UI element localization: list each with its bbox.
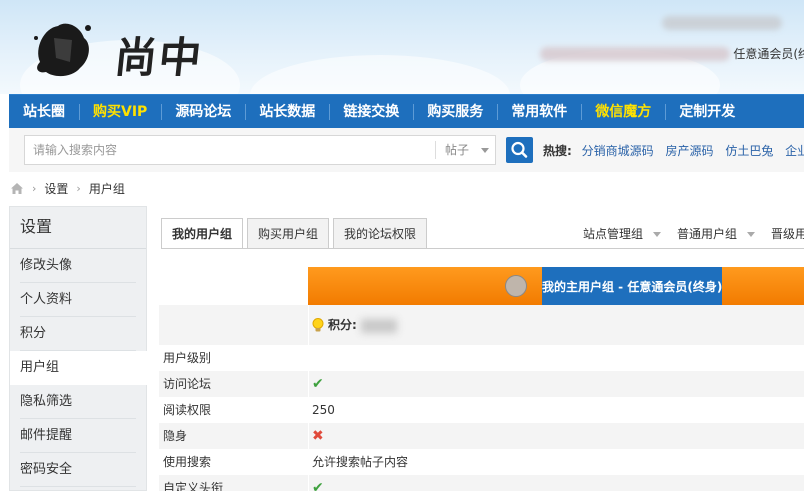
nav-item[interactable]: 微信魔方 bbox=[581, 95, 665, 129]
group-link-label: 晋级用 bbox=[771, 227, 804, 241]
permission-label: 用户级别 bbox=[159, 345, 309, 371]
hot-link[interactable]: 企业源 bbox=[785, 144, 804, 158]
table-row: 访问论坛 ✔ bbox=[159, 371, 804, 397]
group-link-label: 站点管理组 bbox=[583, 227, 644, 241]
user-meta-redacted bbox=[540, 47, 730, 61]
points-row: 积分: bbox=[159, 305, 804, 345]
hot-link[interactable]: 房产源码 bbox=[665, 144, 713, 158]
points-row-label bbox=[159, 305, 309, 345]
home-icon[interactable] bbox=[10, 182, 24, 195]
permission-value: 允许搜索帖子内容 bbox=[312, 455, 409, 469]
search-input[interactable] bbox=[25, 136, 435, 164]
nav-item[interactable]: 购买VIP bbox=[79, 95, 161, 129]
username-redacted bbox=[662, 16, 782, 30]
sidebar-item[interactable]: 隐私筛选 bbox=[10, 385, 146, 419]
chevron-right-icon: › bbox=[76, 181, 81, 195]
site-logo[interactable]: 尚中国 bbox=[28, 12, 238, 84]
tab-bar: 我的用户组 购买用户组 我的论坛权限 bbox=[161, 218, 431, 249]
sidebar-item[interactable]: 密码安全 bbox=[10, 453, 146, 487]
table-row: 隐身 ✖ bbox=[159, 423, 804, 449]
tab-my-groups[interactable]: 我的用户组 bbox=[161, 218, 244, 249]
sidebar-item[interactable]: 邮件提醒 bbox=[10, 419, 146, 453]
permission-value: 250 bbox=[312, 403, 335, 417]
nav-item[interactable]: 常用软件 bbox=[497, 95, 581, 129]
table-row: 自定义头衔 ✔ bbox=[159, 475, 804, 491]
nav-item[interactable]: 定制开发 bbox=[665, 95, 749, 129]
chevron-right-icon: › bbox=[32, 181, 37, 195]
nav-item[interactable]: 站长圈 bbox=[9, 95, 79, 129]
chevron-down-icon bbox=[481, 148, 490, 153]
search-button[interactable] bbox=[506, 137, 533, 163]
main-nav: 站长圈 购买VIP 源码论坛 站长数据 链接交换 购买服务 常用软件 微信魔方 定制开发 bbox=[9, 94, 804, 128]
lightbulb-icon bbox=[312, 318, 324, 332]
chevron-down-icon bbox=[653, 232, 662, 237]
nav-item[interactable]: 源码论坛 bbox=[161, 95, 245, 129]
table-row: 阅读权限 250 bbox=[159, 397, 804, 423]
logo-text: 尚中国 bbox=[112, 33, 206, 82]
hot-link[interactable]: 仿土巴兔 bbox=[725, 144, 773, 158]
group-selectors: 站点管理组 普通用户组 晋级用 bbox=[583, 225, 804, 242]
site-header: 尚中国 任意通会员(终 bbox=[0, 0, 804, 94]
group-link-normal[interactable]: 普通用户组 bbox=[677, 225, 756, 242]
permission-label: 使用搜索 bbox=[159, 449, 309, 475]
permission-label: 阅读权限 bbox=[159, 397, 309, 423]
permission-label: 访问论坛 bbox=[159, 371, 309, 397]
tab-buy-groups[interactable]: 购买用户组 bbox=[247, 218, 330, 249]
breadcrumb: › 设置 › 用户组 bbox=[10, 180, 125, 196]
search-icon bbox=[511, 141, 528, 158]
points-label: 积分: bbox=[328, 318, 357, 332]
sidebar-item[interactable]: 个人资料 bbox=[10, 283, 146, 317]
breadcrumb-item[interactable]: 用户组 bbox=[89, 180, 125, 197]
search-type-select[interactable]: 帖子 bbox=[445, 136, 490, 164]
search-bar: 帖子 热搜: 分销商城源码 房产源码 仿土巴兔 企业源 bbox=[9, 128, 804, 172]
nav-item[interactable]: 购买服务 bbox=[413, 95, 497, 129]
breadcrumb-item[interactable]: 设置 bbox=[44, 180, 68, 197]
table-row: 使用搜索 允许搜索帖子内容 bbox=[159, 449, 804, 475]
search-type-label: 帖子 bbox=[445, 143, 470, 157]
ink-splash-icon bbox=[34, 23, 91, 77]
group-link-upgrade[interactable]: 晋级用 bbox=[771, 225, 804, 242]
points-value-redacted bbox=[360, 318, 397, 333]
nav-item[interactable]: 链接交换 bbox=[329, 95, 413, 129]
cross-icon: ✖ bbox=[312, 428, 324, 444]
hot-link[interactable]: 分销商城源码 bbox=[582, 144, 654, 158]
search-box: 帖子 bbox=[24, 135, 496, 165]
chevron-down-icon bbox=[747, 232, 756, 237]
main-group-banner: 我的主用户组 - 任意通会员(终身) bbox=[308, 267, 804, 305]
permission-label: 自定义头衔 bbox=[159, 475, 309, 491]
hot-searches-label: 热搜: bbox=[543, 144, 572, 158]
group-link-label: 普通用户组 bbox=[677, 227, 738, 241]
permissions-table: 积分: 用户级别 访问论坛 ✔ 阅读权限 250 隐身 ✖ 使用搜索 允许搜索帖子内容 自定义头衔… bbox=[159, 305, 804, 491]
main-content: 我的用户组 购买用户组 我的论坛权限 站点管理组 普通用户组 晋级用 我的主用户… bbox=[147, 206, 804, 491]
sidebar-title: 设置 bbox=[10, 207, 146, 249]
points-cell: 积分: bbox=[309, 305, 804, 345]
hot-searches: 热搜: 分销商城源码 房产源码 仿土巴兔 企业源 bbox=[543, 142, 804, 159]
permission-value: ✔ bbox=[309, 371, 804, 397]
sidebar-item[interactable]: 积分 bbox=[10, 317, 146, 351]
check-icon: ✔ bbox=[312, 480, 324, 491]
check-icon: ✔ bbox=[312, 376, 324, 392]
main-group-label: 我的主用户组 - 任意通会员(终身) bbox=[542, 280, 723, 294]
search-divider bbox=[435, 141, 436, 159]
group-link-admin[interactable]: 站点管理组 bbox=[583, 225, 662, 242]
permission-value: ✖ bbox=[309, 423, 804, 449]
permission-label: 隐身 bbox=[159, 423, 309, 449]
settings-sidebar: 设置 修改头像 个人资料 积分 用户组 隐私筛选 邮件提醒 密码安全 bbox=[9, 206, 147, 491]
user-group-text[interactable]: 任意通会员(终 bbox=[733, 45, 804, 62]
permission-value: ✔ bbox=[309, 475, 804, 491]
group-avatar bbox=[505, 275, 527, 297]
permission-value bbox=[309, 345, 804, 371]
nav-item[interactable]: 站长数据 bbox=[245, 95, 329, 129]
tab-divider bbox=[161, 248, 804, 249]
tab-forum-permissions[interactable]: 我的论坛权限 bbox=[333, 218, 428, 249]
table-row: 用户级别 bbox=[159, 345, 804, 371]
sidebar-item[interactable]: 用户组 bbox=[10, 351, 147, 385]
sidebar-item[interactable]: 修改头像 bbox=[10, 249, 146, 283]
